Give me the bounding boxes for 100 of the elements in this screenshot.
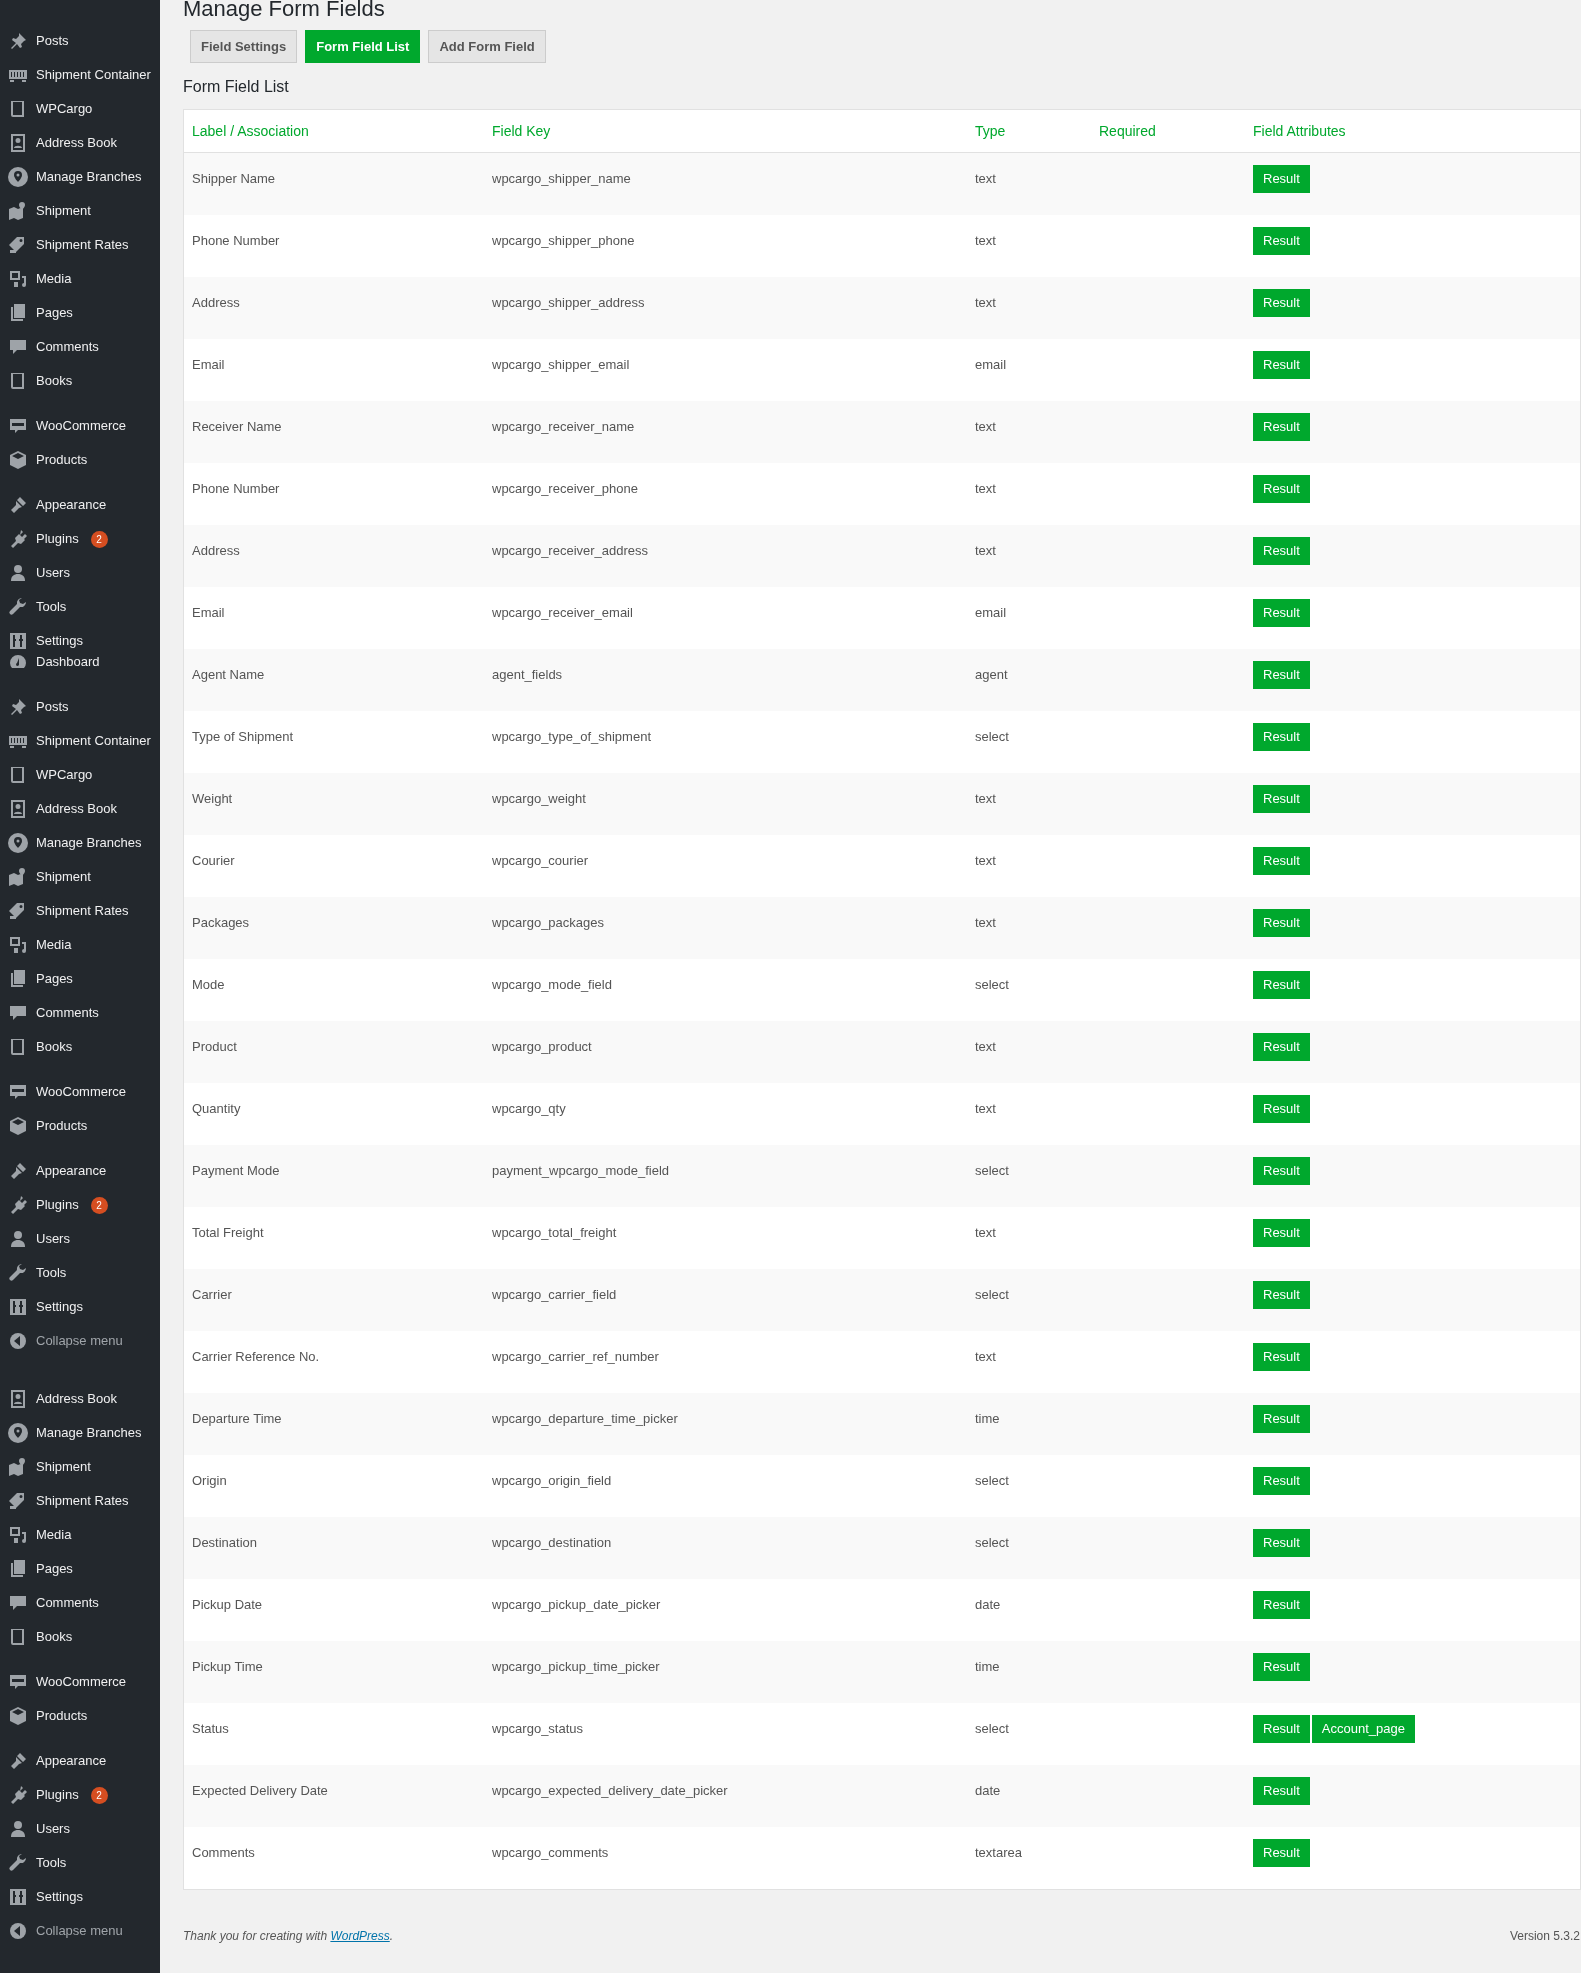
- sidebar-menu-item[interactable]: Plugins 2: [0, 1778, 160, 1812]
- table-cell: wpcargo_product: [492, 1039, 592, 1054]
- sidebar-menu-item[interactable]: Posts: [0, 690, 160, 724]
- table-cell: select: [975, 729, 1009, 744]
- sidebar-menu-item[interactable]: Media: [0, 1518, 160, 1552]
- sidebar-menu-item[interactable]: Shipment: [0, 860, 160, 894]
- sidebar-menu-item[interactable]: Shipment: [0, 194, 160, 228]
- sidebar-menu-item[interactable]: Tools: [0, 1256, 160, 1290]
- table-cell: textarea: [975, 1845, 1022, 1860]
- sidebar-menu-item[interactable]: Products: [0, 1699, 160, 1733]
- wrench-icon: [8, 597, 28, 617]
- sidebar-menu-item[interactable]: Products: [0, 443, 160, 477]
- table-cell: wpcargo_pickup_time_picker: [492, 1659, 660, 1674]
- sidebar-menu-item[interactable]: Books: [0, 364, 160, 398]
- sidebar-menu-item[interactable]: WPCargo: [0, 92, 160, 126]
- table-cell: wpcargo_mode_field: [492, 977, 612, 992]
- collapse-icon: [8, 1331, 28, 1351]
- wordpress-link[interactable]: WordPress: [330, 1929, 390, 1943]
- table-cell: wpcargo_shipper_email: [492, 357, 630, 372]
- sidebar-menu-item[interactable]: Manage Branches: [0, 1416, 160, 1450]
- table-cell: select: [975, 1473, 1009, 1488]
- sidebar-menu-item[interactable]: Comments: [0, 996, 160, 1030]
- table-cell: wpcargo_receiver_phone: [492, 481, 638, 496]
- box-icon: [8, 1706, 28, 1726]
- sidebar-menu-item[interactable]: Books: [0, 1620, 160, 1654]
- sidebar-menu-item[interactable]: Collapse menu: [0, 1914, 160, 1948]
- sidebar-menu-item[interactable]: Shipment Rates: [0, 1484, 160, 1518]
- sidebar-menu-item[interactable]: WooCommerce: [0, 1075, 160, 1109]
- wrench-icon: [8, 1263, 28, 1283]
- sidebar-menu-item[interactable]: Shipment Rates: [0, 228, 160, 262]
- sidebar-menu-item[interactable]: Tools: [0, 1846, 160, 1880]
- table-cell: wpcargo_pickup_date_picker: [492, 1597, 661, 1612]
- sidebar-menu-item[interactable]: Shipment Rates: [0, 894, 160, 928]
- sidebar-menu-item[interactable]: Users: [0, 1812, 160, 1846]
- section-title: Form Field List: [183, 77, 289, 97]
- address-book-icon: [8, 133, 28, 153]
- sidebar-menu-item[interactable]: WooCommerce: [0, 1665, 160, 1699]
- sidebar-menu-item[interactable]: Settings: [0, 1880, 160, 1914]
- sidebar-menu-item[interactable]: Plugins 2: [0, 1188, 160, 1222]
- sidebar-menu-item[interactable]: Plugins 2: [0, 522, 160, 556]
- sliders-icon: [8, 631, 28, 651]
- table-cell: Product: [192, 1039, 237, 1054]
- tab[interactable]: Field Settings: [190, 30, 298, 63]
- sidebar-menu-item[interactable]: WPCargo: [0, 758, 160, 792]
- table-cell: Phone Number: [192, 481, 280, 496]
- sidebar-menu-item[interactable]: Appearance: [0, 488, 160, 522]
- sidebar-menu-item[interactable]: Shipment Container: [0, 724, 160, 758]
- table-cell: Packages: [192, 915, 250, 930]
- sidebar-menu-item[interactable]: Pages: [0, 296, 160, 330]
- box-icon: [8, 450, 28, 470]
- sidebar-menu-item[interactable]: Address Book: [0, 126, 160, 160]
- sidebar-menu-item[interactable]: Users: [0, 556, 160, 590]
- sidebar-menu-item[interactable]: Collapse menu: [0, 1324, 160, 1358]
- sidebar-menu-item[interactable]: Appearance: [0, 1154, 160, 1188]
- sidebar-menu-item[interactable]: WooCommerce: [0, 409, 160, 443]
- sidebar-menu-item[interactable]: Settings: [0, 1290, 160, 1324]
- sidebar-menu-item[interactable]: Media: [0, 928, 160, 962]
- page-title: Manage Form Fields: [183, 0, 385, 21]
- sidebar-menu-item[interactable]: Shipment Container: [0, 58, 160, 92]
- table-cell: text: [975, 1101, 996, 1116]
- table-cell: wpcargo_receiver_email: [492, 605, 633, 620]
- user-icon: [8, 563, 28, 583]
- sidebar-menu-item[interactable]: Manage Branches: [0, 826, 160, 860]
- sidebar-menu-item[interactable]: Address Book: [0, 792, 160, 826]
- sidebar-menu-item[interactable]: Pages: [0, 1552, 160, 1586]
- footer-text: Thank you for creating with WordPress.: [183, 1928, 394, 1945]
- sidebar-menu-item[interactable]: Address Book: [0, 1382, 160, 1416]
- sidebar-menu-item[interactable]: Books: [0, 1030, 160, 1064]
- table-cell: date: [975, 1783, 1001, 1798]
- table-cell: text: [975, 233, 996, 248]
- pages-icon: [8, 303, 28, 323]
- sidebar-menu-item[interactable]: Comments: [0, 1586, 160, 1620]
- sidebar-menu-item[interactable]: Pages: [0, 962, 160, 996]
- table-cell: Courier: [192, 853, 235, 868]
- sidebar-menu-item[interactable]: Products: [0, 1109, 160, 1143]
- table-cell: text: [975, 419, 996, 434]
- sidebar-menu-item[interactable]: Comments: [0, 330, 160, 364]
- table-cell: select: [975, 1163, 1009, 1178]
- sidebar-menu-item[interactable]: Shipment: [0, 1450, 160, 1484]
- sidebar-menu-item[interactable]: Manage Branches: [0, 160, 160, 194]
- sidebar-menu-item[interactable]: Settings: [0, 624, 160, 658]
- table-cell: text: [975, 295, 996, 310]
- table-cell: Carrier: [192, 1287, 232, 1302]
- store-icon: [8, 1672, 28, 1692]
- table-cell: agent_fields: [492, 667, 563, 682]
- table-cell: text: [975, 171, 996, 186]
- table-cell: wpcargo_carrier_field: [492, 1287, 617, 1302]
- address-book-icon: [8, 1389, 28, 1409]
- sidebar-menu-item[interactable]: Posts: [0, 24, 160, 58]
- table-cell: email: [975, 605, 1007, 620]
- location-pin-icon: [8, 167, 28, 187]
- table-cell: text: [975, 1225, 996, 1240]
- table-cell: Mode: [192, 977, 225, 992]
- table-cell: payment_wpcargo_mode_field: [492, 1163, 670, 1178]
- table-cell: Carrier Reference No.: [192, 1349, 320, 1364]
- sidebar-menu-item[interactable]: Users: [0, 1222, 160, 1256]
- sidebar-menu-item[interactable]: Tools: [0, 590, 160, 624]
- tab[interactable]: Add Form Field: [428, 30, 546, 63]
- sidebar-menu-item[interactable]: Media: [0, 262, 160, 296]
- sidebar-menu-item[interactable]: Appearance: [0, 1744, 160, 1778]
